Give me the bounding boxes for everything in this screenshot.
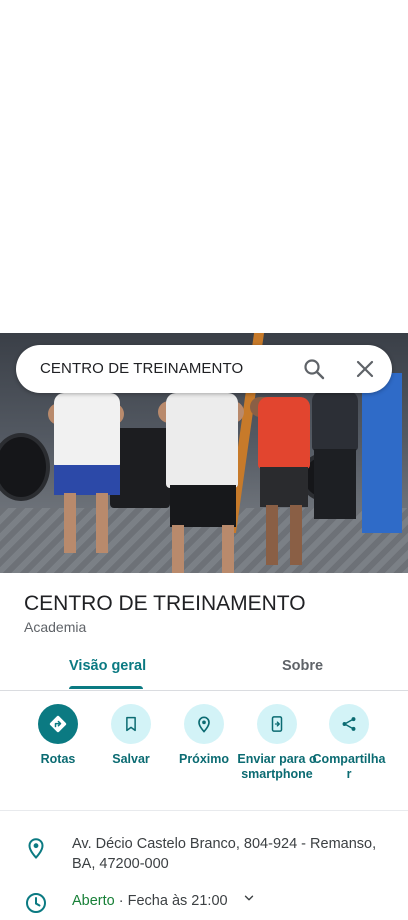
tab-about[interactable]: Sobre [282, 658, 323, 674]
save-button[interactable]: Salvar [91, 704, 171, 767]
send-to-phone-button[interactable]: Enviar para o smartphone [237, 704, 317, 782]
bookmark-icon [126, 716, 136, 732]
hours-text: Aberto · Fecha às 21:00 [72, 891, 388, 911]
search-bar[interactable]: CENTRO DE TREINAMENTO [16, 345, 392, 393]
clock-icon [24, 891, 48, 915]
share-icon [342, 717, 356, 731]
share-button[interactable]: Compartilhar [309, 704, 389, 782]
search-icon[interactable] [302, 357, 326, 381]
place-title: CENTRO DE TREINAMENTO [24, 592, 306, 615]
photo-wall [362, 373, 402, 533]
chevron-down-icon[interactable] [242, 891, 256, 911]
nearby-button[interactable]: Próximo [164, 704, 244, 767]
location-pin-icon [24, 836, 48, 860]
action-buttons: Rotas Salvar Próximo Enviar para o smart… [0, 704, 408, 811]
directions-label: Rotas [40, 752, 76, 766]
directions-icon [49, 715, 67, 733]
address-text: Av. Décio Castelo Branco, 804-924 - Rema… [72, 836, 377, 872]
close-icon[interactable] [353, 357, 377, 381]
send-to-phone-label: Enviar para o smartphone [237, 752, 317, 781]
photo-weight-plate [0, 433, 50, 501]
tab-bar: Visão geral Sobre [0, 644, 408, 691]
tab-overview[interactable]: Visão geral [69, 658, 146, 674]
hours-status: Aberto [72, 893, 115, 909]
search-query[interactable]: CENTRO DE TREINAMENTO [40, 360, 243, 377]
place-category[interactable]: Academia [24, 619, 86, 635]
directions-button[interactable]: Rotas [18, 704, 98, 767]
send-to-phone-icon [271, 716, 283, 732]
save-label: Salvar [112, 752, 150, 766]
tab-active-indicator [69, 686, 143, 689]
nearby-label: Próximo [178, 752, 229, 766]
nearby-icon [198, 716, 210, 733]
share-label: Compartilhar [312, 752, 386, 781]
hours-detail: · Fecha às 21:00 [114, 893, 228, 909]
